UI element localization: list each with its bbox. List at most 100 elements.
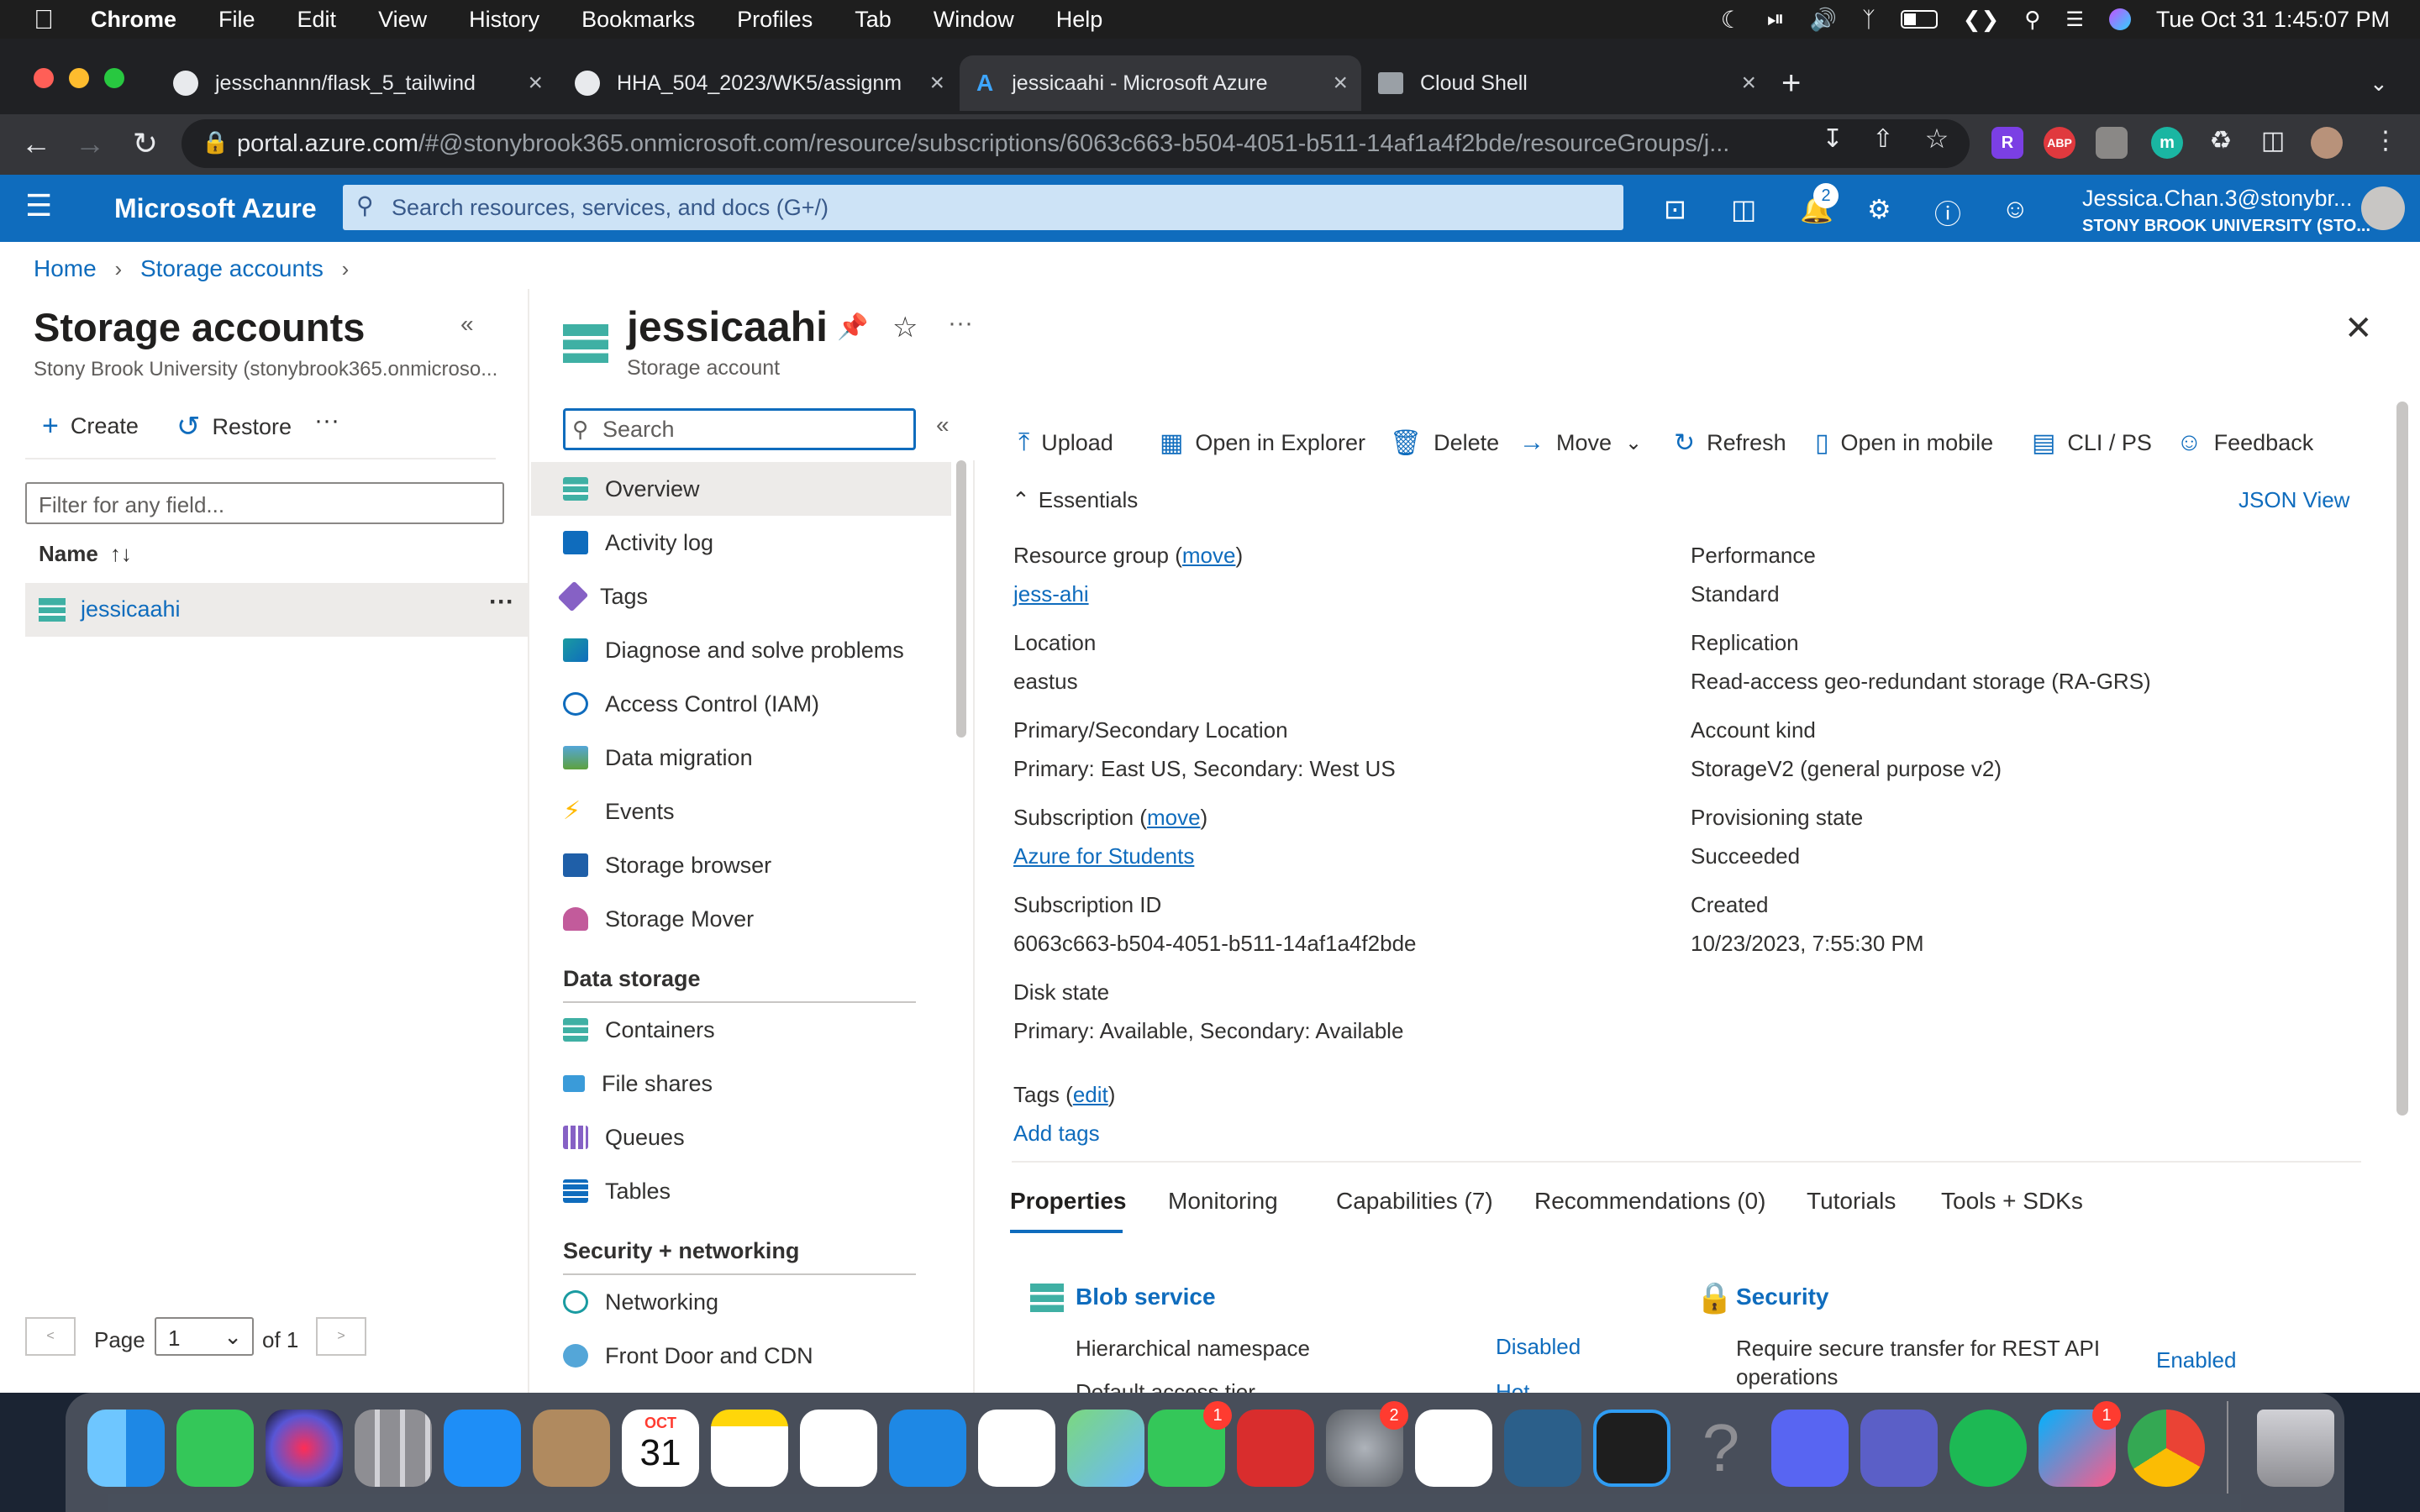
- azure-brand[interactable]: Microsoft Azure: [114, 193, 317, 224]
- directory-filter-icon[interactable]: ◫: [1731, 193, 1756, 225]
- discord-icon[interactable]: [1771, 1410, 1849, 1487]
- tab-recommendations[interactable]: Recommendations (0): [1534, 1188, 1765, 1215]
- trash-icon[interactable]: [2257, 1410, 2334, 1487]
- tab-tools-sdks[interactable]: Tools + SDKs: [1941, 1188, 2083, 1215]
- favorite-star-icon[interactable]: ☆: [892, 311, 918, 344]
- spotify-icon[interactable]: [1949, 1410, 2027, 1487]
- open-in-mobile-button[interactable]: ▯ Open in mobile: [1815, 428, 1993, 458]
- play-icon[interactable]: ⏯: [1767, 6, 1785, 33]
- notes-icon[interactable]: [711, 1410, 788, 1487]
- address-bar[interactable]: 🔒 portal.azure.com/#@stonybrook365.onmic…: [182, 119, 1970, 168]
- global-search-input[interactable]: ⚲ Search resources, services, and docs (…: [343, 185, 1623, 230]
- pin-icon[interactable]: 📌: [837, 312, 868, 342]
- menu-scrollbar[interactable]: [956, 460, 966, 738]
- account-menu[interactable]: Jessica.Chan.3@stonybr... STONY BROOK UN…: [2082, 185, 2370, 240]
- new-tab-button[interactable]: +: [1781, 55, 1801, 111]
- reload-icon[interactable]: ↻: [128, 126, 163, 161]
- back-arrow-icon[interactable]: ←: [18, 126, 54, 161]
- reminders-icon[interactable]: [978, 1410, 1055, 1487]
- settings-gear-icon[interactable]: ⚙: [1867, 193, 1891, 225]
- move-button[interactable]: → Move ⌄: [1519, 428, 1642, 457]
- tab-tutorials[interactable]: Tutorials: [1807, 1188, 1896, 1215]
- content-scrollbar[interactable]: [2396, 402, 2408, 1116]
- tableau-icon[interactable]: [1415, 1410, 1492, 1487]
- help-icon[interactable]: ⓘ: [1934, 193, 1961, 232]
- siri-icon[interactable]: [2108, 8, 2131, 30]
- default-access-tier-value[interactable]: Hot: [1496, 1379, 1529, 1393]
- menu-tab[interactable]: Tab: [855, 7, 892, 33]
- battery-icon[interactable]: [1900, 10, 1938, 29]
- row-more-icon[interactable]: ···: [489, 588, 514, 617]
- share-icon[interactable]: ⇧: [1865, 124, 1901, 154]
- cli-ps-button[interactable]: ▤ CLI / PS: [2032, 428, 2152, 458]
- menu-storage-browser[interactable]: Storage browser: [531, 838, 951, 892]
- close-blade-icon[interactable]: ✕: [2344, 309, 2373, 348]
- bookmark-star-icon[interactable]: ☆: [1919, 123, 1954, 155]
- clock[interactable]: Tue Oct 31 1:45:07 PM: [2156, 7, 2390, 33]
- move-resource-group-link[interactable]: move: [1182, 543, 1236, 568]
- freeform-icon[interactable]: [800, 1410, 877, 1487]
- facetime-icon[interactable]: [176, 1410, 254, 1487]
- tab-search-chevron-icon[interactable]: ⌄: [2370, 55, 2388, 111]
- menu-storage-mover[interactable]: Storage Mover: [531, 892, 951, 946]
- chrome-icon[interactable]: [2128, 1410, 2205, 1487]
- browser-tab-cloud-shell[interactable]: Cloud Shell ×: [1378, 55, 1756, 111]
- json-view-link[interactable]: JSON View: [2238, 487, 2349, 513]
- menu-window[interactable]: Window: [934, 7, 1014, 33]
- menu-edit[interactable]: Edit: [297, 7, 337, 33]
- refresh-button[interactable]: ↻ Refresh: [1674, 428, 1786, 458]
- browser-tab-github-flask[interactable]: jesschannn/flask_5_tailwind ×: [173, 55, 543, 111]
- window-close-button[interactable]: [34, 68, 54, 88]
- launchpad-icon[interactable]: [355, 1410, 432, 1487]
- open-in-explorer-button[interactable]: ▦ Open in Explorer: [1160, 428, 1365, 458]
- contacts-icon[interactable]: [533, 1410, 610, 1487]
- tab-capabilities[interactable]: Capabilities (7): [1336, 1188, 1493, 1215]
- collapse-blade-icon[interactable]: «: [460, 311, 474, 338]
- browser-tab-azure[interactable]: A jessicaahi - Microsoft Azure ×: [960, 55, 1361, 111]
- collapse-menu-icon[interactable]: «: [936, 412, 950, 438]
- mysql-workbench-icon[interactable]: [1504, 1410, 1581, 1487]
- teams-icon[interactable]: [1860, 1410, 1938, 1487]
- menu-networking[interactable]: Networking: [531, 1275, 951, 1329]
- install-app-icon[interactable]: ↧: [1815, 124, 1850, 154]
- siri-app-icon[interactable]: [266, 1410, 343, 1487]
- menu-queues[interactable]: Queues: [531, 1110, 951, 1164]
- security-title[interactable]: Security: [1736, 1284, 1829, 1310]
- menu-history[interactable]: History: [469, 7, 539, 33]
- cloud-shell-icon[interactable]: ⊡: [1664, 193, 1686, 225]
- close-tab-icon[interactable]: ×: [1333, 69, 1348, 97]
- control-center-icon[interactable]: ☰: [2065, 8, 2084, 32]
- breadcrumb-home[interactable]: Home: [34, 255, 97, 281]
- side-panel-icon[interactable]: ◫: [2255, 126, 2291, 155]
- add-tags-link[interactable]: Add tags: [1013, 1121, 1100, 1147]
- menu-search-input[interactable]: ⚲ Search: [563, 408, 916, 450]
- tab-monitoring[interactable]: Monitoring: [1168, 1188, 1278, 1215]
- menu-containers[interactable]: Containers: [531, 1003, 951, 1057]
- vscode-icon[interactable]: [1593, 1410, 1670, 1487]
- mail-icon[interactable]: [444, 1410, 521, 1487]
- menu-file-shares[interactable]: File shares: [531, 1057, 951, 1110]
- subscription-link[interactable]: Azure for Students: [1013, 843, 1194, 869]
- breadcrumb-storage-accounts[interactable]: Storage accounts: [140, 255, 324, 281]
- close-tab-icon[interactable]: ×: [929, 69, 944, 97]
- resource-group-link[interactable]: jess-ahi: [1013, 581, 1089, 607]
- more-commands-button[interactable]: ···: [314, 407, 339, 435]
- menu-activity-log[interactable]: Activity log: [531, 516, 951, 570]
- upload-button[interactable]: ⤒ Upload: [1018, 428, 1113, 457]
- extensions-puzzle-icon[interactable]: ♻: [2203, 126, 2238, 155]
- menu-bookmarks[interactable]: Bookmarks: [581, 7, 695, 33]
- finder-icon[interactable]: [87, 1410, 165, 1487]
- edit-tags-link[interactable]: edit: [1073, 1082, 1108, 1107]
- apple-menu-icon[interactable]: : [34, 4, 54, 35]
- page-select[interactable]: 1 ⌄: [155, 1317, 254, 1356]
- more-actions-icon[interactable]: ···: [948, 309, 973, 338]
- blob-service-title[interactable]: Blob service: [1076, 1284, 1216, 1310]
- maps-icon[interactable]: [1067, 1410, 1144, 1487]
- close-tab-icon[interactable]: ×: [528, 69, 543, 97]
- adblock-plus-icon[interactable]: ABP: [2044, 127, 2075, 159]
- menu-events[interactable]: ⚡ Events: [531, 785, 951, 838]
- chrome-menu-icon[interactable]: ⋮: [2368, 126, 2403, 155]
- menu-view[interactable]: View: [378, 7, 427, 33]
- menu-profiles[interactable]: Profiles: [737, 7, 813, 33]
- next-page-button[interactable]: >: [316, 1317, 366, 1356]
